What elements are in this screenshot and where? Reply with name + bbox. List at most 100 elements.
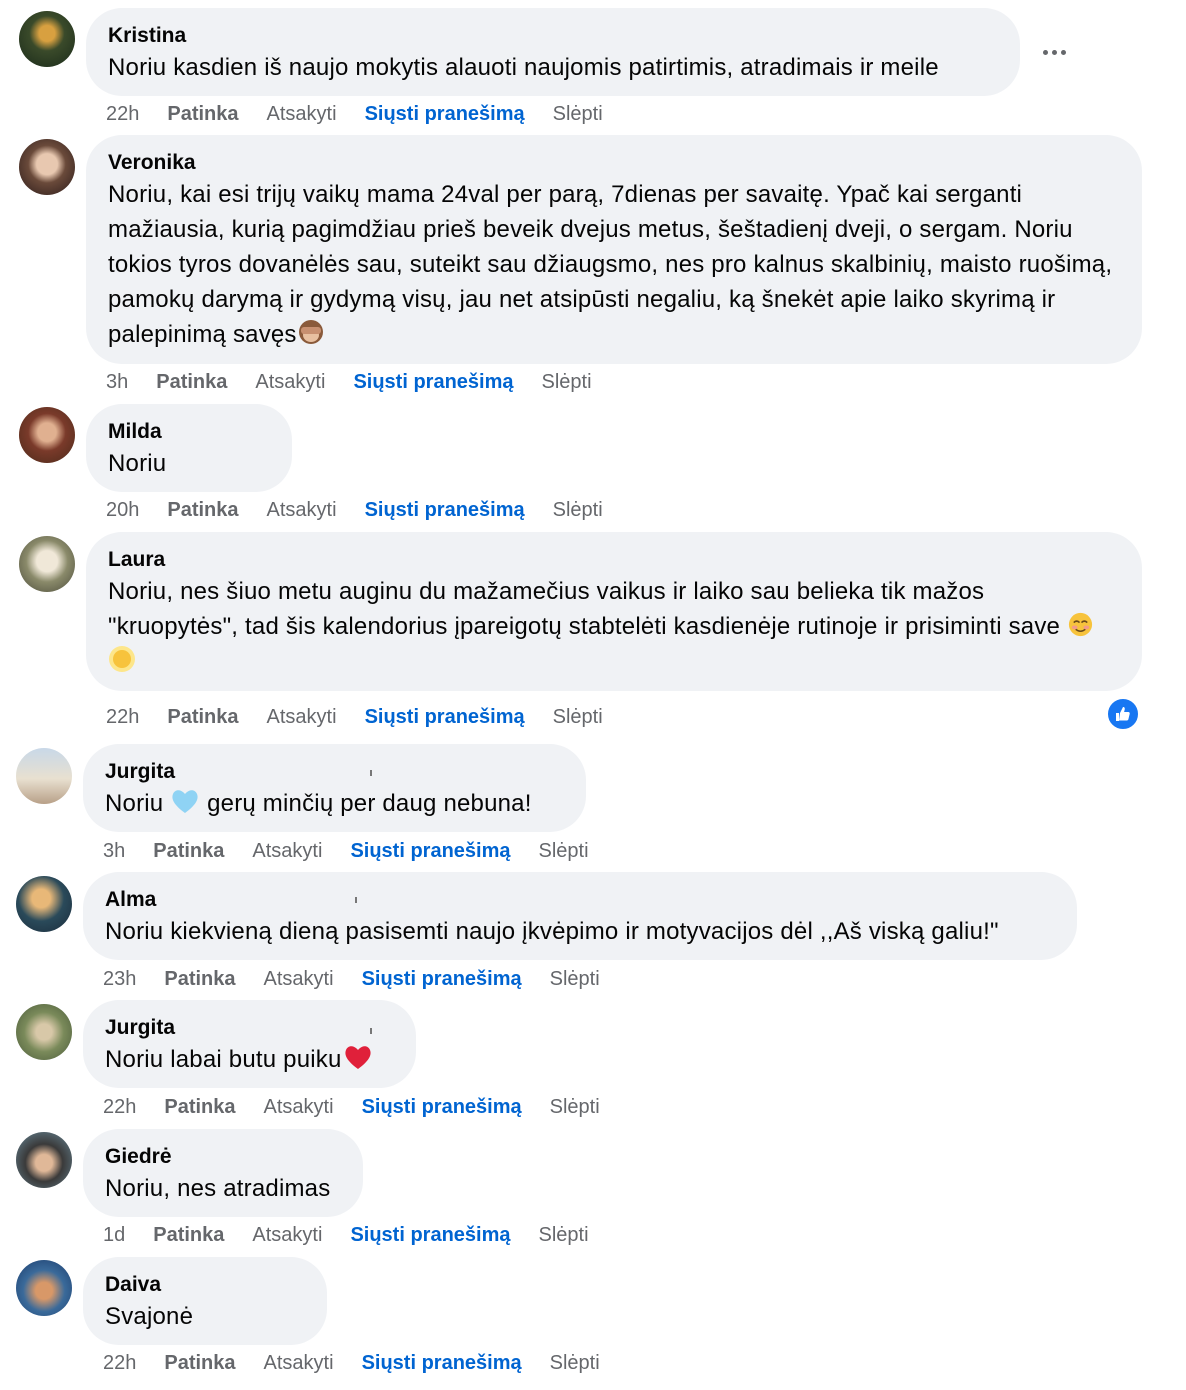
comment-bubble: Jurgita Noriu labai butu puiku <box>83 1000 416 1088</box>
reply-button[interactable]: Atsakyti <box>252 840 322 863</box>
comment-text: Noriu, kai esi trijų vaikų mama 24val pe… <box>108 177 1120 352</box>
like-button[interactable]: Patinka <box>164 968 235 991</box>
reply-button[interactable]: Atsakyti <box>255 371 325 394</box>
hide-button[interactable]: Slėpti <box>550 968 600 991</box>
comment-actions: 22h Patinka Atsakyti Siųsti pranešimą Sl… <box>106 99 603 129</box>
comment-timestamp[interactable]: 22h <box>103 1352 136 1375</box>
avatar[interactable] <box>16 1260 72 1316</box>
comment-bubble: Milda Noriu <box>86 404 292 492</box>
avatar[interactable] <box>16 1132 72 1188</box>
comment-author[interactable]: Kristina <box>108 22 998 50</box>
comment-text: Noriu kasdien iš naujo mokytis alauoti n… <box>108 54 939 81</box>
reply-button[interactable]: Atsakyti <box>264 1352 334 1375</box>
comment-bubble: Jurgita Noriu gerų minčių per daug nebun… <box>83 744 586 832</box>
comment-text: Noriu, nes šiuo metu auginu du mažamečiu… <box>108 574 1120 679</box>
comment-actions: 20h Patinka Atsakyti Siųsti pranešimą Sl… <box>106 495 603 525</box>
more-options-icon[interactable] <box>1040 38 1068 66</box>
comment-timestamp[interactable]: 20h <box>106 499 139 522</box>
reply-button[interactable]: Atsakyti <box>267 103 337 126</box>
send-message-button[interactable]: Siųsti pranešimą <box>350 840 510 863</box>
send-message-button[interactable]: Siųsti pranešimą <box>353 371 513 394</box>
comment-actions: 22h Patinka Atsakyti Siųsti pranešimą Sl… <box>103 1348 600 1378</box>
comment-timestamp[interactable]: 22h <box>106 706 139 729</box>
hide-button[interactable]: Slėpti <box>550 1352 600 1375</box>
hide-button[interactable]: Slėpti <box>550 1096 600 1119</box>
avatar[interactable] <box>19 536 75 592</box>
comment-author[interactable]: Milda <box>108 418 270 446</box>
hide-button[interactable]: Slėpti <box>553 706 603 729</box>
like-button[interactable]: Patinka <box>153 1224 224 1247</box>
hide-button[interactable]: Slėpti <box>553 103 603 126</box>
comment-author[interactable]: Daiva <box>105 1271 305 1299</box>
comment-author[interactable]: Veronika <box>108 149 1120 177</box>
comment-bubble: Veronika Noriu, kai esi trijų vaikų mama… <box>86 135 1142 364</box>
comment-timestamp[interactable]: 3h <box>103 840 125 863</box>
avatar[interactable] <box>16 1004 72 1060</box>
like-button[interactable]: Patinka <box>164 1096 235 1119</box>
hide-button[interactable]: Slėpti <box>539 1224 589 1247</box>
send-message-button[interactable]: Siųsti pranešimą <box>365 706 525 729</box>
comment-text-content: Noriu <box>105 790 164 817</box>
send-message-button[interactable]: Siųsti pranešimą <box>365 499 525 522</box>
comment-text-content: Noriu, kai esi trijų vaikų mama 24val pe… <box>108 181 1113 348</box>
avatar[interactable] <box>19 407 75 463</box>
comment-timestamp[interactable]: 3h <box>106 371 128 394</box>
comment-bubble: Laura Noriu, nes šiuo metu auginu du maž… <box>86 532 1142 691</box>
reply-button[interactable]: Atsakyti <box>264 1096 334 1119</box>
comment-text: Noriu labai butu puiku <box>105 1042 394 1077</box>
reply-button[interactable]: Atsakyti <box>267 499 337 522</box>
comment-bubble: Giedrė Noriu, nes atradimas <box>83 1129 363 1217</box>
reply-button[interactable]: Atsakyti <box>264 968 334 991</box>
comment-actions: 23h Patinka Atsakyti Siųsti pranešimą Sl… <box>103 964 600 994</box>
divider-mark <box>370 1028 372 1034</box>
comment-timestamp[interactable]: 1d <box>103 1224 125 1247</box>
divider-mark <box>370 770 372 776</box>
avatar[interactable] <box>19 11 75 67</box>
comment-actions: 3h Patinka Atsakyti Siųsti pranešimą Slė… <box>106 367 592 397</box>
sun-emoji <box>109 646 135 672</box>
hide-button[interactable]: Slėpti <box>539 840 589 863</box>
send-message-button[interactable]: Siųsti pranešimą <box>362 1352 522 1375</box>
comment-timestamp[interactable]: 23h <box>103 968 136 991</box>
comment-timestamp[interactable]: 22h <box>106 103 139 126</box>
comment-actions: 3h Patinka Atsakyti Siųsti pranešimą Slė… <box>103 836 589 866</box>
avatar[interactable] <box>16 876 72 932</box>
comment-bubble: Daiva Svajonė <box>83 1257 327 1345</box>
avatar[interactable] <box>19 139 75 195</box>
comment-actions: 22h Patinka Atsakyti Siųsti pranešimą Sl… <box>106 702 603 732</box>
thumbs-up-icon[interactable] <box>1106 697 1140 731</box>
comment-text: Noriu, nes atradimas <box>105 1175 331 1202</box>
send-message-button[interactable]: Siųsti pranešimą <box>362 1096 522 1119</box>
like-button[interactable]: Patinka <box>153 840 224 863</box>
comment-text: Noriu <box>108 450 167 477</box>
comment-text: Noriu kiekvieną dieną pasisemti naujo įk… <box>105 918 999 945</box>
hide-button[interactable]: Slėpti <box>542 371 592 394</box>
comment-actions: 1d Patinka Atsakyti Siųsti pranešimą Slė… <box>103 1220 589 1250</box>
comment-author[interactable]: Alma <box>105 886 1055 914</box>
comment-text: Svajonė <box>105 1303 194 1330</box>
avatar[interactable] <box>16 748 72 804</box>
like-button[interactable]: Patinka <box>167 103 238 126</box>
send-message-button[interactable]: Siųsti pranešimą <box>350 1224 510 1247</box>
like-button[interactable]: Patinka <box>167 499 238 522</box>
like-button[interactable]: Patinka <box>164 1352 235 1375</box>
comment-author[interactable]: Jurgita <box>105 758 564 786</box>
reply-button[interactable]: Atsakyti <box>267 706 337 729</box>
reply-button[interactable]: Atsakyti <box>252 1224 322 1247</box>
comment-author[interactable]: Giedrė <box>105 1143 341 1171</box>
see-no-evil-monkey-emoji <box>298 320 323 344</box>
comment-timestamp[interactable]: 22h <box>103 1096 136 1119</box>
comment-text-content: Noriu, nes šiuo metu auginu du mažamečiu… <box>108 578 1061 640</box>
light-blue-heart-emoji <box>172 790 198 813</box>
comment-bubble: Kristina Noriu kasdien iš naujo mokytis … <box>86 8 1020 96</box>
like-button[interactable]: Patinka <box>167 706 238 729</box>
comment-actions: 22h Patinka Atsakyti Siųsti pranešimą Sl… <box>103 1092 600 1122</box>
hide-button[interactable]: Slėpti <box>553 499 603 522</box>
comment-author[interactable]: Laura <box>108 546 1120 574</box>
divider-mark <box>355 897 357 903</box>
like-button[interactable]: Patinka <box>156 371 227 394</box>
comment-author[interactable]: Jurgita <box>105 1014 394 1042</box>
send-message-button[interactable]: Siųsti pranešimą <box>365 103 525 126</box>
send-message-button[interactable]: Siųsti pranešimą <box>362 968 522 991</box>
comment-text-content: Noriu labai butu puiku <box>105 1046 342 1073</box>
